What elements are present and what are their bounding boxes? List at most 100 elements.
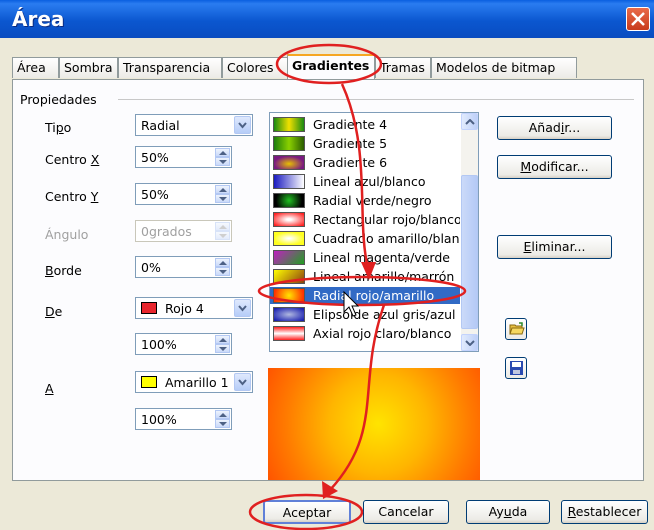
arrow-down-icon	[219, 197, 227, 201]
gradient-list-item[interactable]: Rectangular rojo/blanco	[270, 211, 460, 228]
gradient-list-item[interactable]: Lineal amarillo/marrón	[270, 268, 460, 285]
cancel-button[interactable]: Cancelar	[363, 500, 449, 524]
gradient-thumbnail	[273, 117, 305, 132]
spin-up-button[interactable]	[215, 185, 230, 194]
gradient-list-item[interactable]: Radial verde/negro	[270, 192, 460, 209]
a-label: A	[45, 381, 54, 396]
arrow-up-icon	[219, 151, 227, 155]
chevron-down-icon	[238, 379, 247, 386]
save-gradients-button[interactable]	[505, 357, 527, 379]
gradient-item-label: Lineal magenta/verde	[313, 250, 450, 265]
gradient-list[interactable]: Gradiente 4 Gradiente 5 Gradiente 6 Lineal …	[269, 112, 479, 352]
arrow-up-icon	[219, 261, 227, 265]
centro-x-value: 50%	[141, 150, 169, 165]
chevron-down-icon	[238, 122, 247, 129]
spin-down-button	[215, 231, 230, 240]
gradient-item-label: Elipsoide azul gris/azul	[313, 307, 456, 322]
gradient-thumbnail	[273, 250, 305, 265]
spinner[interactable]	[215, 258, 230, 276]
spinner	[215, 222, 230, 240]
delete-button[interactable]: Eliminar...	[497, 235, 612, 259]
spinner[interactable]	[215, 148, 230, 166]
scroll-up-button[interactable]	[461, 113, 478, 130]
gradient-list-item[interactable]: Lineal azul/blanco	[270, 173, 460, 190]
color-swatch	[141, 376, 157, 388]
angulo-spinbox: 0grados	[135, 220, 232, 242]
gradient-thumbnail	[273, 231, 305, 246]
tab-area[interactable]: Área	[12, 57, 59, 78]
spinner[interactable]	[215, 410, 230, 428]
spin-up-button[interactable]	[215, 410, 230, 419]
gradient-list-item[interactable]: Gradiente 5	[270, 135, 460, 152]
de-label: De	[45, 304, 63, 319]
dropdown-button[interactable]	[234, 373, 251, 391]
tab-gradientes[interactable]: Gradientes	[287, 54, 375, 79]
scroll-down-button[interactable]	[461, 334, 478, 351]
de-intensity-value: 100%	[141, 337, 177, 352]
dropdown-button[interactable]	[234, 116, 251, 134]
gradient-list-item[interactable]: Elipsoide azul gris/azul	[270, 306, 460, 323]
tab-tramas[interactable]: Tramas	[375, 57, 431, 78]
tab-transparencia[interactable]: Transparencia	[118, 57, 222, 78]
add-button[interactable]: Añadir...	[497, 116, 612, 140]
gradient-thumbnail	[273, 212, 305, 227]
ok-button[interactable]: Aceptar	[263, 500, 351, 524]
gradient-list-item[interactable]: Axial rojo claro/blanco	[270, 325, 460, 342]
reset-button[interactable]: Restablecer	[561, 500, 648, 524]
spin-down-button[interactable]	[215, 419, 230, 428]
a-color-select[interactable]: Amarillo 1	[135, 371, 253, 393]
spinner[interactable]	[215, 185, 230, 203]
centro-y-value: 50%	[141, 187, 169, 202]
gradient-list-item[interactable]: Gradiente 4	[270, 116, 460, 133]
scroll-thumb[interactable]	[461, 175, 478, 329]
gradient-item-label: Radial verde/negro	[313, 193, 432, 208]
title-bar[interactable]: Área	[0, 0, 654, 38]
de-intensity-spinbox[interactable]: 100%	[135, 333, 232, 355]
modify-button[interactable]: Modificar...	[497, 155, 612, 179]
gradient-preview	[268, 368, 480, 480]
centro-y-spinbox[interactable]: 50%	[135, 183, 232, 205]
list-scrollbar[interactable]	[461, 113, 478, 351]
a-color-name: Amarillo 1	[165, 375, 229, 390]
gradient-list-item[interactable]: Gradiente 6	[270, 154, 460, 171]
save-disk-icon	[510, 361, 523, 375]
a-intensity-spinbox[interactable]: 100%	[135, 408, 232, 430]
borde-spinbox[interactable]: 0%	[135, 256, 232, 278]
tab-modelos-bitmap[interactable]: Modelos de bitmap	[431, 57, 577, 78]
gradient-item-label: Lineal azul/blanco	[313, 174, 426, 189]
load-gradients-button[interactable]	[505, 318, 527, 340]
arrow-down-icon	[219, 270, 227, 274]
group-divider	[118, 99, 634, 100]
chevron-down-icon	[238, 305, 247, 312]
gradient-list-item[interactable]: Cuadrado amarillo/blanco	[270, 230, 460, 247]
spin-down-button[interactable]	[215, 267, 230, 276]
spin-up-button[interactable]	[215, 258, 230, 267]
arrow-down-icon	[219, 160, 227, 164]
gradient-item-label: Lineal amarillo/marrón	[313, 269, 455, 284]
tab-colores[interactable]: Colores	[222, 57, 290, 78]
gradient-thumbnail	[273, 136, 305, 151]
close-button[interactable]	[626, 7, 650, 31]
spin-up-button	[215, 222, 230, 231]
arrow-up-icon	[219, 188, 227, 192]
de-color-select[interactable]: Rojo 4	[135, 297, 253, 319]
de-color-name: Rojo 4	[165, 301, 204, 316]
spinner[interactable]	[215, 335, 230, 353]
spin-down-button[interactable]	[215, 157, 230, 166]
arrow-up-icon	[219, 338, 227, 342]
spin-down-button[interactable]	[215, 344, 230, 353]
spin-up-button[interactable]	[215, 335, 230, 344]
help-button[interactable]: Ayuda	[466, 500, 550, 524]
gradient-list-item[interactable]: Lineal magenta/verde	[270, 249, 460, 266]
tipo-label: Tipo	[45, 120, 72, 135]
area-dialog: Área Área Sombra Transparencia Colores G…	[0, 0, 654, 530]
tab-sombra[interactable]: Sombra	[59, 57, 118, 78]
dropdown-button[interactable]	[234, 299, 251, 317]
tipo-select[interactable]: Radial	[135, 114, 253, 136]
spin-up-button[interactable]	[215, 148, 230, 157]
spin-down-button[interactable]	[215, 194, 230, 203]
centro-x-spinbox[interactable]: 50%	[135, 146, 232, 168]
gradient-thumbnail	[273, 288, 305, 303]
arrow-down-icon	[219, 234, 227, 238]
gradient-list-item[interactable]: Radial rojo/amarillo	[270, 287, 460, 304]
